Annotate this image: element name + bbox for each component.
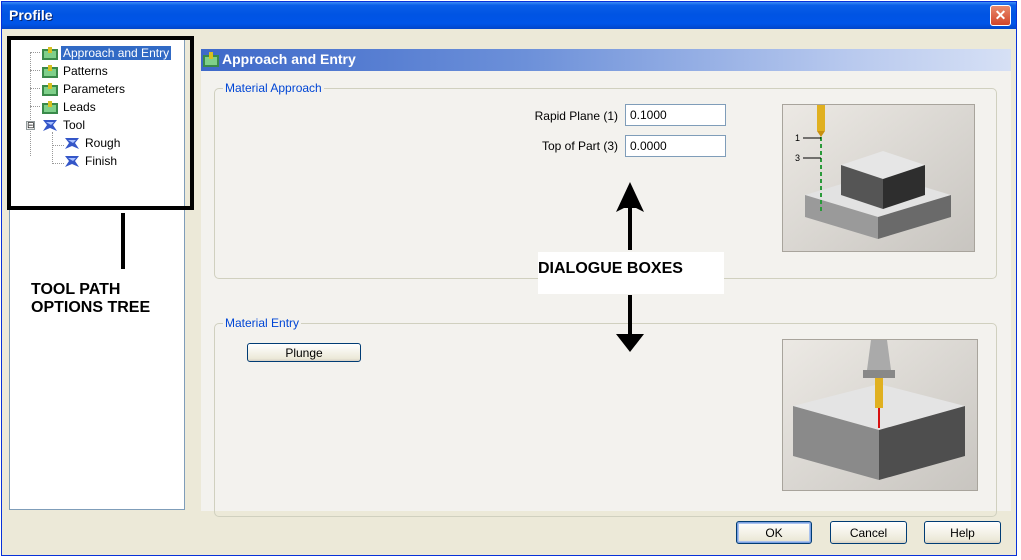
- profile-window: Profile ✕ Approach and Entry Patterns Pa…: [1, 1, 1017, 556]
- up-arrow-shaft: [628, 206, 632, 250]
- approach-preview-image: 1 3: [782, 104, 975, 252]
- down-arrow-shaft: [628, 295, 632, 335]
- panel-header: Approach and Entry: [201, 49, 1011, 71]
- material-approach-group: Material Approach Rapid Plane (1) Top of…: [214, 81, 997, 279]
- material-approach-label: Material Approach: [223, 81, 324, 95]
- rapid-plane-marker: 1: [795, 133, 800, 143]
- tree-annotation-label: TOOL PATH OPTIONS TREE: [31, 281, 151, 316]
- tree-annotation-line: [121, 213, 125, 269]
- panel-title: Approach and Entry: [222, 51, 356, 67]
- material-entry-label: Material Entry: [223, 316, 302, 330]
- plunge-button[interactable]: Plunge: [247, 343, 361, 362]
- window-title: Profile: [9, 7, 53, 23]
- ok-button[interactable]: OK: [736, 521, 812, 544]
- close-button[interactable]: ✕: [990, 5, 1011, 26]
- dialogue-arrows: [616, 182, 644, 352]
- rapid-plane-input[interactable]: [625, 104, 726, 126]
- close-icon: ✕: [994, 7, 1007, 23]
- approach-entry-icon: [203, 52, 219, 67]
- help-button[interactable]: Help: [924, 521, 1001, 544]
- top-of-part-marker: 3: [795, 153, 800, 163]
- rapid-plane-label: Rapid Plane (1): [534, 109, 618, 123]
- material-entry-group: Material Entry Plunge: [214, 316, 997, 517]
- title-bar[interactable]: Profile ✕: [2, 2, 1016, 29]
- top-of-part-input[interactable]: [625, 135, 726, 157]
- entry-preview-image: [782, 339, 978, 491]
- top-of-part-label: Top of Part (3): [541, 139, 618, 153]
- down-arrow-head: [616, 334, 644, 352]
- cancel-button[interactable]: Cancel: [830, 521, 907, 544]
- tree-highlight-box: [7, 36, 194, 210]
- dialog-client: Approach and Entry Patterns Parameters L…: [5, 29, 1014, 553]
